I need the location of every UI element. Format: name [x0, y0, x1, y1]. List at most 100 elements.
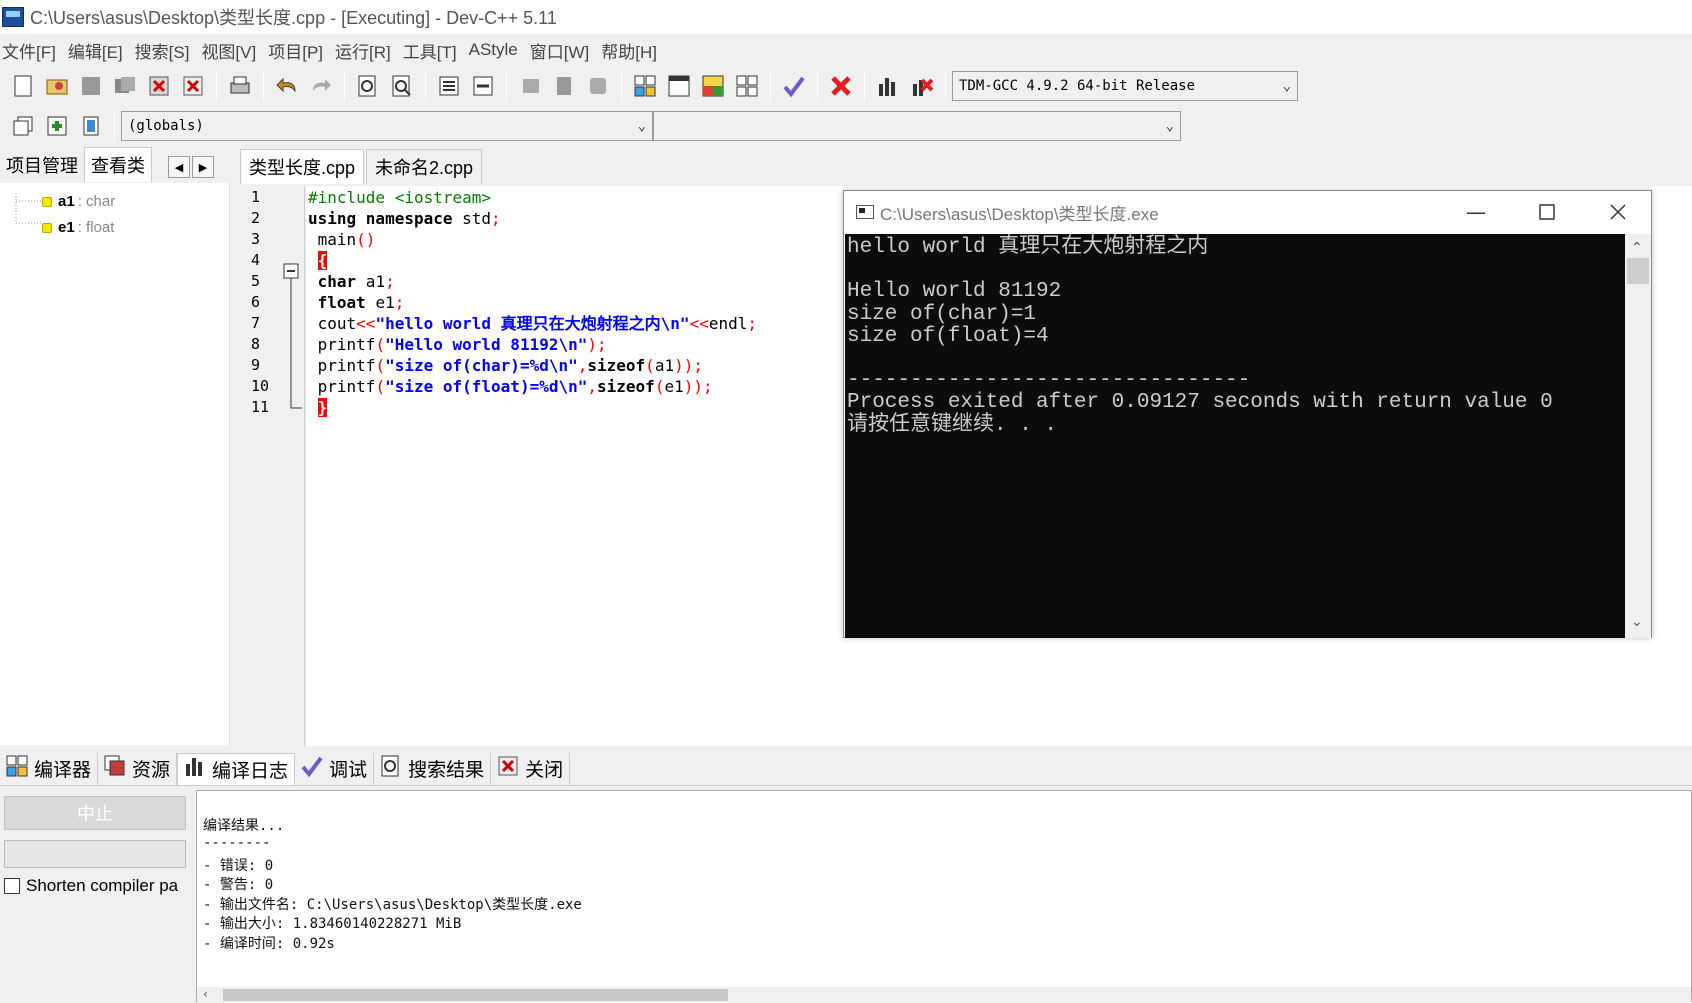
maximize-icon[interactable] — [1527, 197, 1567, 227]
tab-compiler[interactable]: 编译器 — [0, 752, 99, 785]
project-options-icon[interactable] — [76, 111, 106, 141]
tab-scroll-right-icon[interactable]: ▶ — [192, 156, 214, 178]
code-line[interactable]: printf("size of(char)=%d\n",sizeof(a1)); — [308, 355, 703, 377]
code-line[interactable]: float e1; — [308, 292, 405, 314]
tree-item-a1[interactable]: a1 : char — [42, 193, 115, 210]
code-token: sizeof — [587, 356, 646, 375]
tab-label: 关闭 — [525, 760, 564, 781]
code-token: "Hello world 81192\n" — [385, 335, 588, 354]
menu-window[interactable]: 窗口[W] — [528, 38, 600, 63]
save-all-icon[interactable] — [110, 71, 140, 101]
syntax-check-icon[interactable] — [779, 71, 809, 101]
line-number: 4 — [251, 251, 261, 269]
tab-close[interactable]: 关闭 — [491, 752, 571, 785]
toolbar-separator — [506, 71, 507, 101]
compile-run-icon[interactable] — [698, 71, 728, 101]
menu-file[interactable]: 文件[F] — [0, 38, 66, 63]
stop-button[interactable]: 中止 — [4, 796, 186, 830]
scroll-thumb[interactable] — [223, 989, 728, 1001]
console-icon — [856, 205, 874, 219]
code-token: float — [317, 293, 366, 312]
checkbox-icon[interactable] — [4, 878, 20, 894]
console-scrollbar[interactable]: ⌃ ⌄ — [1625, 234, 1651, 638]
close-file-icon[interactable] — [144, 71, 174, 101]
toolbar-separator — [344, 71, 345, 101]
goto-bookmark-icon[interactable] — [549, 71, 579, 101]
console-title-bar[interactable]: C:\Users\asus\Desktop\类型长度.exe — — [844, 191, 1651, 233]
code-line[interactable]: #include <iostream> — [308, 187, 491, 209]
code-line[interactable]: { — [308, 250, 328, 272]
menu-run[interactable]: 运行[R] — [333, 38, 401, 63]
code-line[interactable]: char a1; — [308, 271, 395, 293]
save-icon[interactable] — [76, 71, 106, 101]
log-horizontal-scrollbar[interactable]: ‹ — [197, 987, 1691, 1003]
minimize-icon[interactable]: — — [1456, 197, 1496, 227]
left-panel-tabs: 项目管理 查看类 ◀ ▶ — [0, 147, 235, 182]
code-line[interactable]: main() — [308, 229, 376, 251]
code-token: ; — [385, 272, 395, 291]
shorten-compiler-paths-checkbox[interactable]: Shorten compiler pa — [4, 876, 178, 896]
tab-compile-log[interactable]: 编译日志 — [177, 752, 296, 785]
menu-edit[interactable]: 编辑[E] — [66, 38, 133, 63]
new-project-icon[interactable] — [8, 111, 38, 141]
menu-astyle[interactable]: AStyle — [467, 40, 528, 60]
new-file-icon[interactable] — [8, 71, 38, 101]
scroll-thumb[interactable] — [1627, 258, 1649, 284]
print-icon[interactable] — [225, 71, 255, 101]
tab-class-browser[interactable]: 查看类 — [84, 147, 152, 182]
scroll-left-icon[interactable]: ‹ — [203, 987, 208, 1001]
run-icon[interactable] — [664, 71, 694, 101]
tab-project-manager[interactable]: 项目管理 — [0, 148, 84, 182]
unindent-icon[interactable] — [468, 71, 498, 101]
menu-tools[interactable]: 工具[T] — [401, 38, 467, 63]
tab-file-active[interactable]: 类型长度.cpp — [240, 149, 365, 184]
menu-help[interactable]: 帮助[H] — [599, 38, 667, 63]
menu-search[interactable]: 搜索[S] — [133, 38, 200, 63]
redo-icon[interactable] — [306, 71, 336, 101]
tab-search-results[interactable]: 搜索结果 — [374, 752, 492, 785]
compiler-select[interactable]: TDM-GCC 4.9.2 64-bit Release ⌄ — [952, 71, 1298, 101]
title-bar: C:\Users\asus\Desktop\类型长度.cpp - [Execut… — [0, 0, 1692, 34]
code-token: , — [587, 377, 598, 396]
toolbar-separator — [621, 71, 622, 101]
scope-select[interactable]: (globals) ⌄ — [121, 111, 653, 141]
code-line[interactable]: } — [308, 397, 328, 419]
delete-profile-icon[interactable] — [907, 71, 937, 101]
stop-execution-icon[interactable] — [826, 71, 856, 101]
tree-item-type: : char — [77, 193, 116, 210]
profile-icon[interactable] — [873, 71, 903, 101]
close-icon[interactable] — [1598, 197, 1638, 227]
tab-file[interactable]: 未命名2.cpp — [366, 149, 483, 184]
code-line[interactable]: cout<<"hello world 真理只在大炮射程之内\n"<<endl; — [308, 313, 757, 335]
open-file-icon[interactable] — [42, 71, 72, 101]
chevron-down-icon: ⌄ — [1282, 78, 1291, 94]
console-window[interactable]: C:\Users\asus\Desktop\类型长度.exe — hello w… — [843, 190, 1652, 638]
rebuild-all-icon[interactable] — [732, 71, 762, 101]
menu-view[interactable]: 视图[V] — [199, 38, 266, 63]
function-select[interactable]: ⌄ — [653, 111, 1181, 141]
replace-icon[interactable] — [387, 71, 417, 101]
goto-line-icon[interactable] — [583, 71, 613, 101]
fold-marker-icon[interactable] — [282, 262, 304, 412]
tree-item-e1[interactable]: e1 : float — [42, 219, 114, 236]
close-all-icon[interactable] — [178, 71, 208, 101]
toolbar-separator — [770, 71, 771, 101]
find-icon[interactable] — [353, 71, 383, 101]
add-to-project-icon[interactable] — [42, 111, 72, 141]
indent-icon[interactable] — [434, 71, 464, 101]
tab-debug[interactable]: 调试 — [295, 752, 375, 785]
scroll-up-icon[interactable]: ⌃ — [1631, 240, 1643, 256]
scroll-down-icon[interactable]: ⌄ — [1631, 614, 1643, 630]
undo-icon[interactable] — [272, 71, 302, 101]
menu-project[interactable]: 项目[P] — [266, 38, 333, 63]
code-line[interactable]: using namespace std; — [308, 208, 501, 230]
code-line[interactable]: printf("Hello world 81192\n"); — [308, 334, 607, 356]
code-token: "size of(char)=%d\n" — [385, 356, 578, 375]
code-line[interactable]: printf("size of(float)=%d\n",sizeof(e1))… — [308, 376, 713, 398]
tab-scroll-left-icon[interactable]: ◀ — [168, 156, 190, 178]
code-token: ( — [654, 377, 665, 396]
tab-resources[interactable]: 资源 — [98, 752, 178, 785]
toggle-bookmark-icon[interactable] — [515, 71, 545, 101]
compile-icon[interactable] — [630, 71, 660, 101]
code-token: )); — [683, 377, 713, 396]
